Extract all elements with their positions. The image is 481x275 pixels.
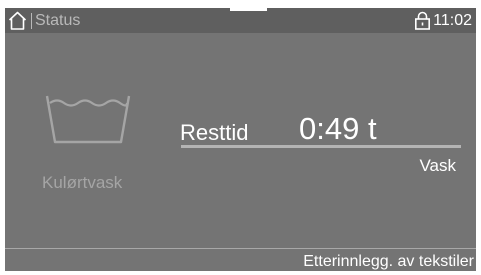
- page-indicator: [230, 8, 267, 11]
- wash-tub-icon: [45, 95, 131, 144]
- remaining-time-value: 0:49 t: [299, 111, 377, 146]
- program-progress-bar: [181, 145, 461, 148]
- remaining-time-label: Resttid: [180, 120, 249, 145]
- clock: 11:02: [433, 12, 472, 29]
- lock-icon: [414, 11, 430, 30]
- washer-display: Status 11:02 Kulørtvask Resttid 0:49 t V…: [0, 0, 481, 275]
- add-laundry-button[interactable]: Etterinnlegg. av tekstiler: [303, 252, 474, 272]
- status-bar: Status 11:02: [5, 8, 476, 33]
- program-name: Kulørtvask: [42, 173, 123, 192]
- program-phase: Vask: [419, 156, 456, 175]
- status-screen: Status 11:02 Kulørtvask Resttid 0:49 t V…: [5, 8, 476, 271]
- home-icon[interactable]: [8, 11, 27, 30]
- footer-divider: [5, 248, 476, 249]
- title-divider: [31, 13, 32, 29]
- page-title: Status: [35, 12, 81, 29]
